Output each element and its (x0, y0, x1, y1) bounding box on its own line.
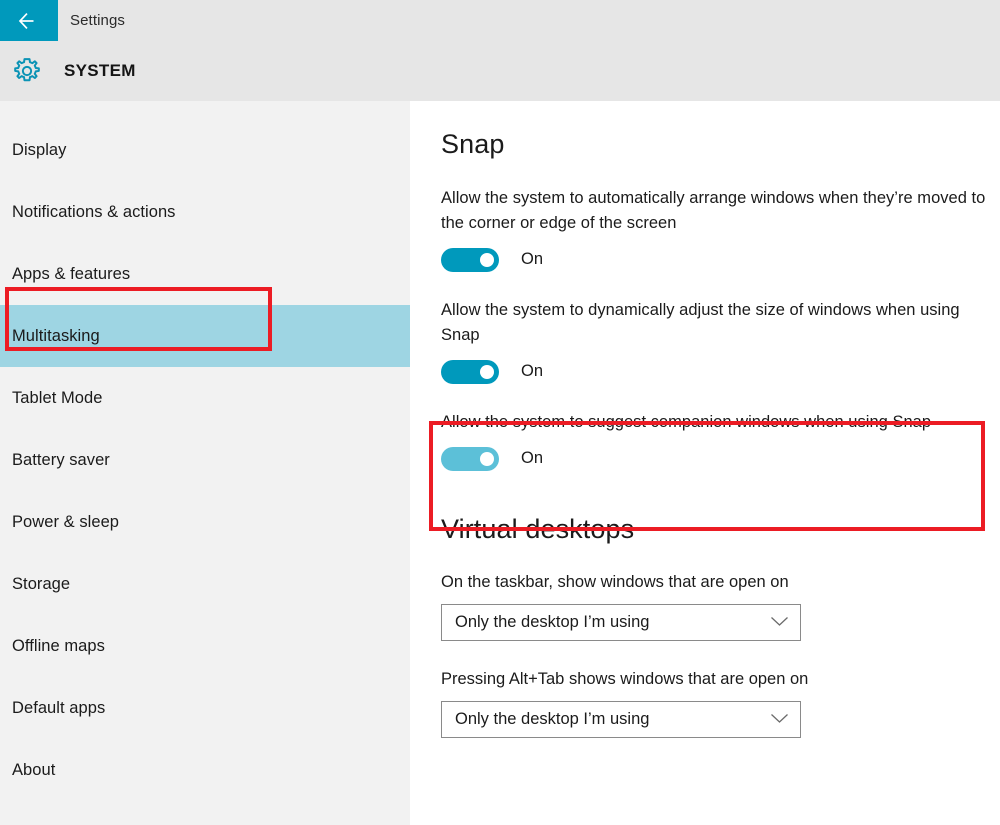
chevron-down-icon (770, 711, 789, 729)
toggle-row: On (441, 359, 998, 384)
snap-setting-dynamic-resize: Allow the system to dynamically adjust t… (441, 298, 998, 384)
sidebar-item-battery-saver[interactable]: Battery saver (0, 429, 410, 491)
sidebar-item-notifications-and-actions[interactable]: Notifications & actions (0, 181, 410, 243)
snap-auto-arrange-toggle[interactable] (441, 247, 499, 272)
toggle-row: On (441, 446, 998, 471)
sidebar-item-label: Apps & features (12, 264, 131, 283)
sidebar-item-label: Power & sleep (12, 512, 120, 531)
setting-label: Allow the system to dynamically adjust t… (441, 300, 960, 344)
chevron-down-icon (770, 614, 789, 632)
title-bar: Settings (0, 0, 1000, 41)
settings-window: Settings SYSTEM Display Notifications & … (0, 0, 1000, 825)
back-button[interactable] (0, 0, 58, 41)
gear-icon (10, 54, 44, 88)
toggle-knob (480, 252, 494, 267)
sidebar-item-label: About (12, 760, 56, 779)
sidebar-item-label: Storage (12, 574, 71, 593)
virtual-desktops-section-heading: Virtual desktops (441, 513, 635, 544)
sidebar-item-label: Display (12, 140, 67, 159)
setting-label: Allow the system to suggest companion wi… (441, 412, 932, 431)
sidebar: Display Notifications & actions Apps & f… (0, 101, 410, 825)
snap-setting-auto-arrange: Allow the system to automatically arrang… (441, 186, 998, 272)
page-header: SYSTEM (0, 41, 1000, 101)
snap-setting-companion-windows: Allow the system to suggest companion wi… (441, 410, 998, 471)
sidebar-item-label: Notifications & actions (12, 202, 176, 221)
sidebar-item-label: Offline maps (12, 636, 105, 655)
toggle-knob (480, 451, 494, 466)
sidebar-item-default-apps[interactable]: Default apps (0, 677, 410, 739)
sidebar-item-multitasking[interactable]: Multitasking (0, 305, 410, 367)
taskbar-windows-label: On the taskbar, show windows that are op… (441, 573, 789, 592)
sidebar-item-tablet-mode[interactable]: Tablet Mode (0, 367, 410, 429)
toggle-state-label: On (521, 362, 544, 381)
snap-companion-windows-toggle[interactable] (441, 446, 499, 471)
toggle-state-label: On (521, 250, 544, 269)
toggle-state-label: On (521, 449, 544, 468)
back-arrow-icon (18, 12, 40, 29)
sidebar-item-storage[interactable]: Storage (0, 553, 410, 615)
window-title: Settings (70, 12, 125, 29)
sidebar-item-apps-and-features[interactable]: Apps & features (0, 243, 410, 305)
sidebar-item-about[interactable]: About (0, 739, 410, 801)
dropdown-selected-value: Only the desktop I’m using (455, 613, 650, 632)
sidebar-item-display[interactable]: Display (0, 119, 410, 181)
sidebar-item-power-and-sleep[interactable]: Power & sleep (0, 491, 410, 553)
sidebar-item-label: Battery saver (12, 450, 110, 469)
content-pane: Snap Allow the system to automatically a… (410, 101, 1000, 825)
toggle-row: On (441, 247, 998, 272)
toggle-knob (480, 364, 494, 379)
sidebar-item-offline-maps[interactable]: Offline maps (0, 615, 410, 677)
page-title: SYSTEM (64, 61, 136, 80)
sidebar-item-label: Multitasking (12, 326, 100, 345)
sidebar-item-label: Default apps (12, 698, 106, 717)
taskbar-windows-dropdown[interactable]: Only the desktop I’m using (441, 604, 801, 642)
dropdown-selected-value: Only the desktop I’m using (455, 710, 650, 729)
alt-tab-windows-dropdown[interactable]: Only the desktop I’m using (441, 701, 801, 739)
sidebar-nav-list: Display Notifications & actions Apps & f… (0, 101, 410, 801)
alt-tab-windows-label: Pressing Alt+Tab shows windows that are … (441, 670, 809, 689)
snap-dynamic-resize-toggle[interactable] (441, 359, 499, 384)
sidebar-item-label: Tablet Mode (12, 388, 103, 407)
setting-label: Allow the system to automatically arrang… (441, 188, 986, 232)
snap-section-heading: Snap (441, 129, 505, 159)
